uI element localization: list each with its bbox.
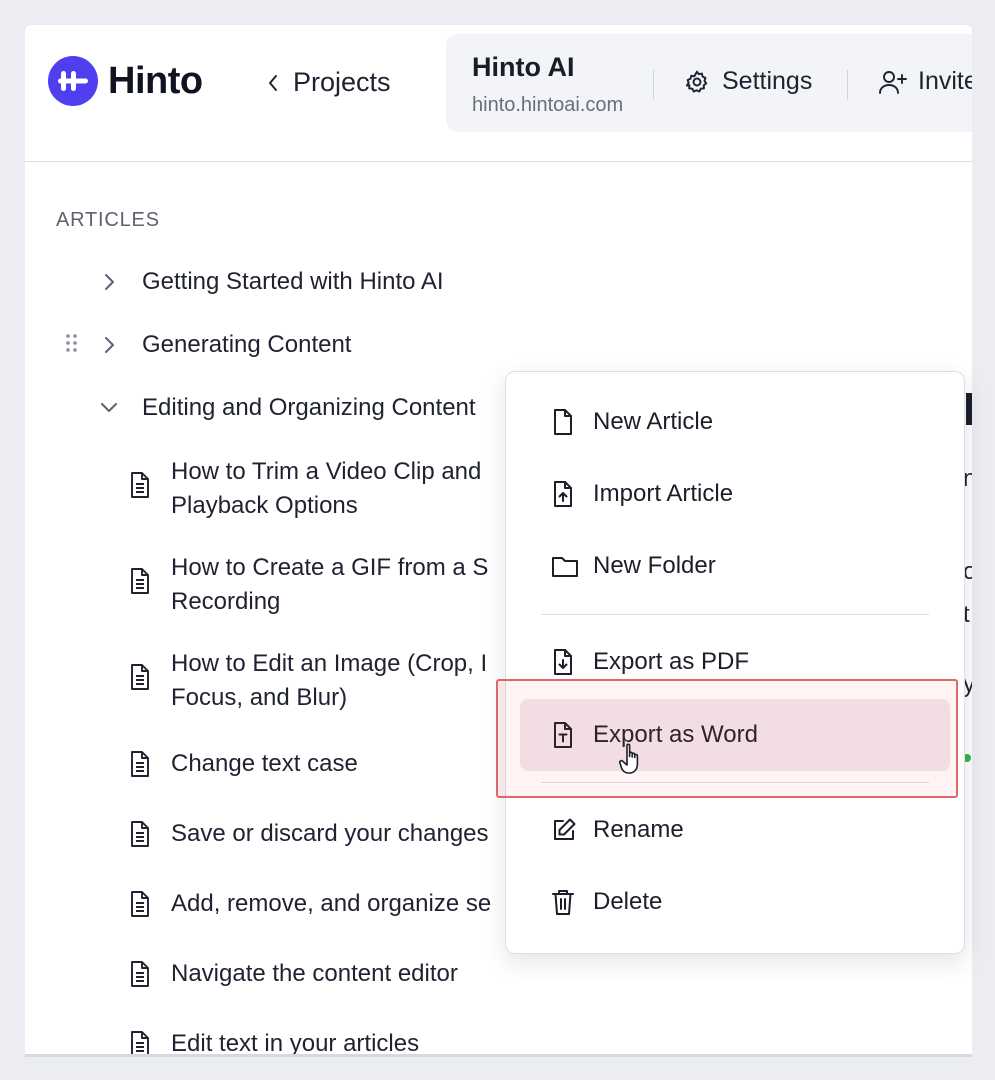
menu-item-import-article[interactable]: Import Article xyxy=(520,459,950,529)
header-divider xyxy=(653,70,654,100)
tree-item-label: Getting Started with Hinto AI xyxy=(142,268,444,295)
article-title: Change text case xyxy=(171,750,358,777)
file-text-icon xyxy=(554,722,572,748)
folder-icon xyxy=(552,557,578,577)
article-title: Edit text in your articles xyxy=(171,1030,420,1057)
document-icon xyxy=(131,961,149,987)
invite-button[interactable]: Invite xyxy=(878,67,972,96)
menu-item-delete[interactable]: Delete xyxy=(520,867,950,937)
settings-label: Settings xyxy=(722,67,813,95)
document-icon xyxy=(131,568,149,594)
project-name: Hinto AI xyxy=(472,52,575,82)
articles-section-title: ARTICLES xyxy=(56,209,160,231)
document-icon xyxy=(131,891,149,917)
user-plus-icon xyxy=(879,70,907,94)
tree-item-getting-started[interactable]: Getting Started with Hinto AI xyxy=(103,265,444,299)
article-title-line1: How to Trim a Video Clip and xyxy=(171,458,482,485)
document-icon xyxy=(131,751,149,777)
article-title-line2: Playback Options xyxy=(171,492,358,519)
menu-item-label: New Folder xyxy=(593,552,716,579)
tree-item-label: Editing and Organizing Content xyxy=(142,394,476,421)
article-title-line2: Recording xyxy=(171,588,281,615)
file-download-icon xyxy=(554,649,572,675)
menu-separator xyxy=(541,782,929,783)
menu-item-label: Export as PDF xyxy=(593,648,750,675)
chevron-left-icon xyxy=(269,74,277,91)
brand-logo[interactable]: Hinto xyxy=(48,56,203,106)
menu-item-new-article[interactable]: New Article xyxy=(520,387,950,457)
tree-item-generating-content[interactable]: Generating Content xyxy=(103,328,351,362)
drag-handle-icon[interactable] xyxy=(65,333,79,353)
article-title: Navigate the content editor xyxy=(171,960,458,987)
hand-pointer-cursor-icon xyxy=(618,743,639,774)
document-icon xyxy=(131,821,149,847)
menu-item-export-pdf[interactable]: Export as PDF xyxy=(520,627,950,697)
tree-item-editing-organizing[interactable]: Editing and Organizing Content xyxy=(99,391,476,425)
header-divider xyxy=(847,70,848,100)
article-title-line2: Focus, and Blur) xyxy=(171,684,348,711)
menu-item-export-word[interactable]: Export as Word xyxy=(520,699,950,771)
document-icon xyxy=(131,472,149,498)
document-icon xyxy=(131,1031,149,1054)
back-link-label: Projects xyxy=(293,67,391,97)
invite-label: Invite xyxy=(918,67,972,95)
article-title: Add, remove, and organize se xyxy=(171,890,492,917)
trash-icon xyxy=(552,890,574,915)
logo-text: Hinto xyxy=(108,59,203,102)
article-title: Save or discard your changes xyxy=(171,820,489,847)
menu-item-label: Delete xyxy=(593,888,663,915)
document-icon xyxy=(131,664,149,690)
menu-item-label: Rename xyxy=(593,816,684,843)
pencil-square-icon xyxy=(554,818,576,840)
project-domain[interactable]: hinto.hintoai.com xyxy=(472,94,623,117)
tree-item-label: Generating Content xyxy=(142,331,352,358)
chevron-down-icon xyxy=(101,403,117,412)
content-fragment-block xyxy=(966,393,972,425)
settings-button[interactable]: Settings xyxy=(684,67,812,96)
file-icon xyxy=(554,409,572,435)
context-menu: New Article Import Article New Folder Ex… xyxy=(505,371,965,954)
menu-item-label: Import Article xyxy=(593,480,734,507)
chevron-right-icon xyxy=(105,274,114,290)
project-panel: Hinto AI hinto.hintoai.com Settings Invi… xyxy=(446,34,972,132)
menu-item-rename[interactable]: Rename xyxy=(520,795,950,865)
hinto-logo-icon xyxy=(48,56,98,106)
chevron-right-icon xyxy=(105,337,114,353)
menu-item-label: New Article xyxy=(593,408,714,435)
menu-item-new-folder[interactable]: New Folder xyxy=(520,531,950,601)
top-header: Hinto Projects Hinto AI hinto.hintoai.co… xyxy=(25,25,972,162)
gear-icon xyxy=(685,70,708,93)
article-title-line1: How to Edit an Image (Crop, I xyxy=(171,650,488,677)
menu-separator xyxy=(541,614,929,615)
back-to-projects-link[interactable]: Projects xyxy=(267,67,391,98)
file-upload-icon xyxy=(554,481,572,507)
article-title-line1: How to Create a GIF from a S xyxy=(171,554,489,581)
